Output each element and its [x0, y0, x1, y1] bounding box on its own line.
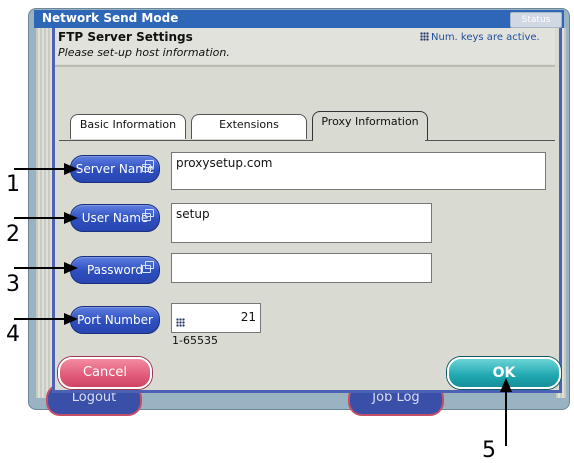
callout-arrowhead: [64, 163, 78, 175]
callout-arrow-line: [14, 168, 70, 170]
popup-icon: [142, 160, 154, 172]
server-name-field[interactable]: proxysetup.com: [171, 152, 546, 190]
callout-arrow-line: [14, 267, 70, 269]
tab-extensions[interactable]: Extensions: [191, 114, 307, 139]
dialog-title: FTP Server Settings: [58, 30, 193, 44]
window-title: Network Send Mode: [42, 11, 179, 25]
callout-number: 5: [482, 438, 496, 463]
status-button[interactable]: Status: [510, 12, 562, 28]
popup-icon: [142, 261, 154, 273]
user-name-field[interactable]: setup: [171, 203, 432, 243]
callout-number: 3: [6, 272, 20, 297]
keypad-icon: [420, 32, 429, 41]
num-keys-hint-text: Num. keys are active.: [431, 32, 540, 43]
callout-arrowhead: [64, 262, 78, 274]
tab-basic-information[interactable]: Basic Information: [70, 114, 186, 139]
active-tab-join: [313, 139, 425, 142]
callout-arrow-line: [14, 318, 70, 320]
left-side-rail: [36, 28, 52, 398]
password-field[interactable]: [171, 253, 432, 283]
callout-arrow-line: [505, 388, 507, 446]
callout-arrowhead: [64, 212, 78, 224]
port-range-hint: 1-65535: [172, 334, 218, 347]
header-divider: [55, 65, 555, 67]
keypad-icon: [176, 318, 185, 327]
tab-proxy-information[interactable]: Proxy Information: [312, 111, 428, 140]
callout-arrowhead: [64, 313, 78, 325]
callout-number: 4: [6, 322, 20, 347]
callout-arrowhead: [500, 378, 512, 392]
callout-number: 2: [6, 222, 20, 247]
user-name-button-label: User Name: [81, 211, 149, 225]
num-keys-hint: Num. keys are active.: [420, 32, 540, 43]
dialog-subtitle: Please set-up host information.: [58, 46, 230, 59]
cancel-button[interactable]: Cancel: [58, 357, 152, 389]
callout-number: 1: [6, 172, 20, 197]
password-button-label: Password: [86, 263, 144, 277]
server-name-button[interactable]: Server Name: [70, 155, 160, 183]
callout-arrow-line: [14, 217, 70, 219]
port-number-button[interactable]: Port Number: [70, 306, 160, 334]
popup-icon: [142, 209, 154, 221]
password-button[interactable]: Password: [70, 256, 160, 284]
user-name-button[interactable]: User Name: [70, 204, 160, 232]
